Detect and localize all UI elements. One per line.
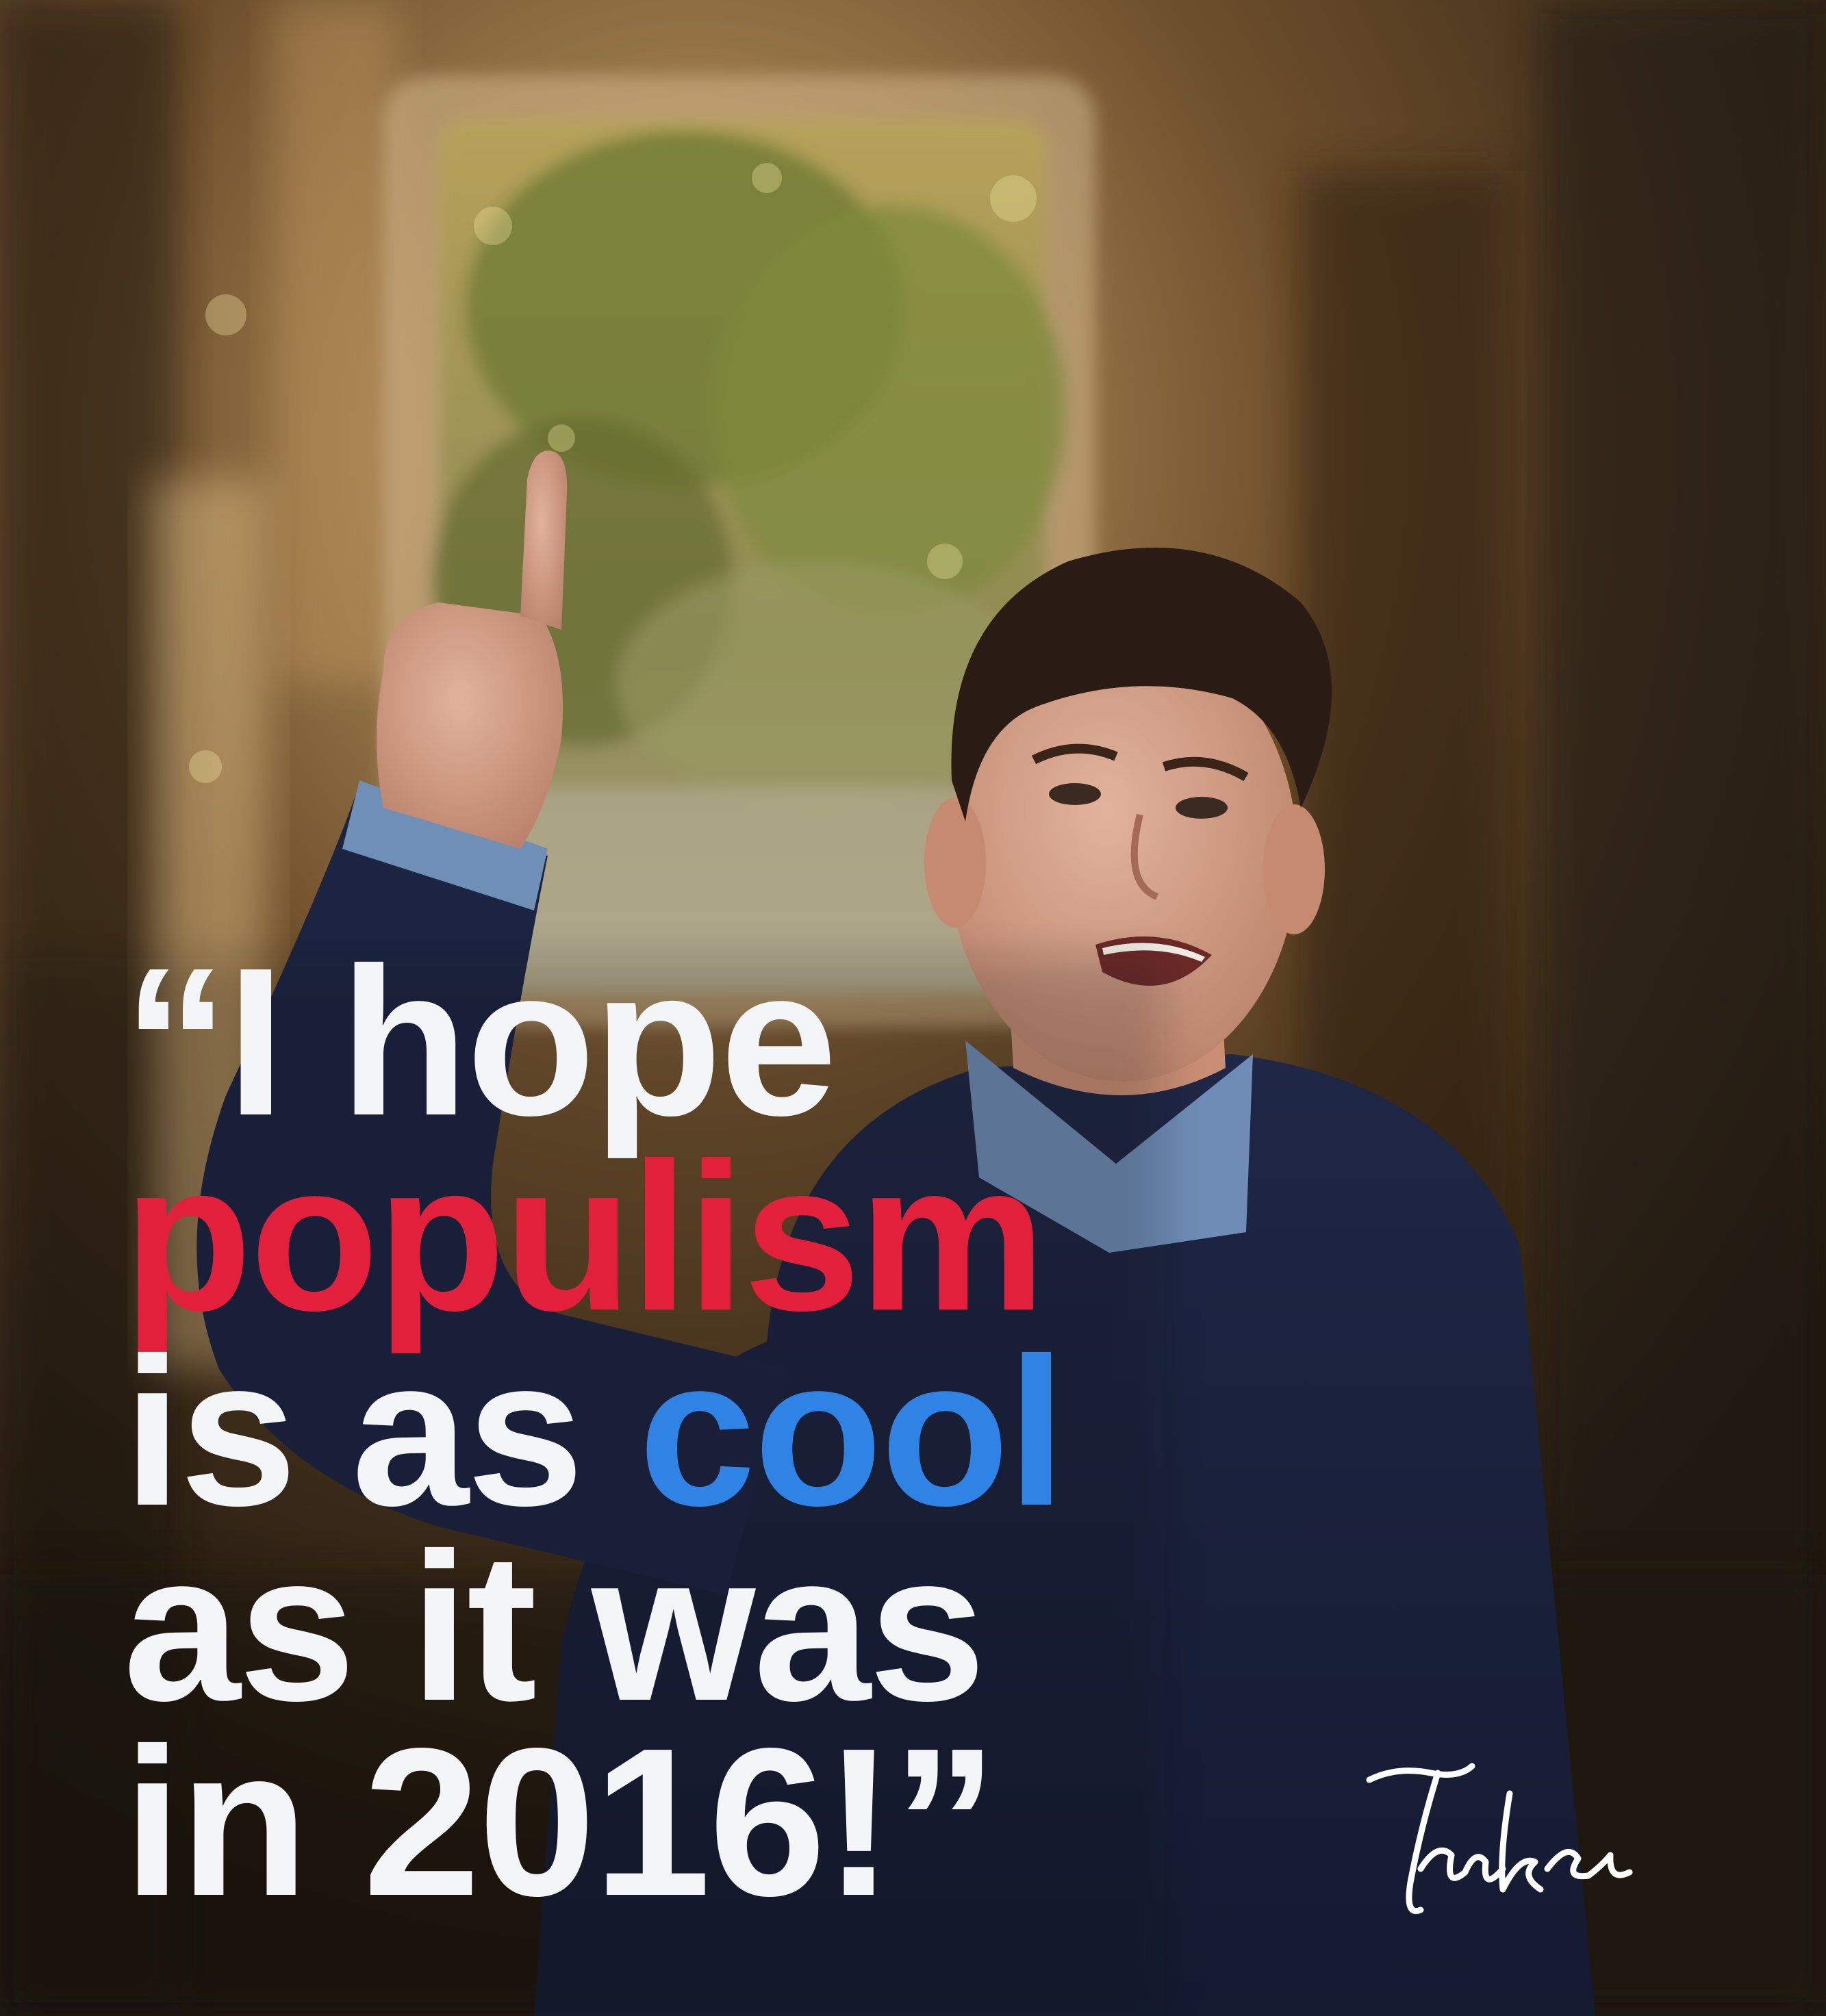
quote-headline: “I hope populism is as cool as it was in… xyxy=(123,924,1066,1940)
handwritten-signature xyxy=(1366,1763,1633,1914)
quote-line-3: is as cool xyxy=(123,1327,1066,1537)
quote-line-4: as it was xyxy=(123,1509,986,1745)
quote-line-5: in 2016!” xyxy=(123,1705,998,1940)
quote-line-1: “I hope xyxy=(123,924,837,1160)
poster: “I hope populism is as cool as it was in… xyxy=(0,0,1826,2016)
quote-line-2-populism: populism xyxy=(123,1119,1046,1355)
